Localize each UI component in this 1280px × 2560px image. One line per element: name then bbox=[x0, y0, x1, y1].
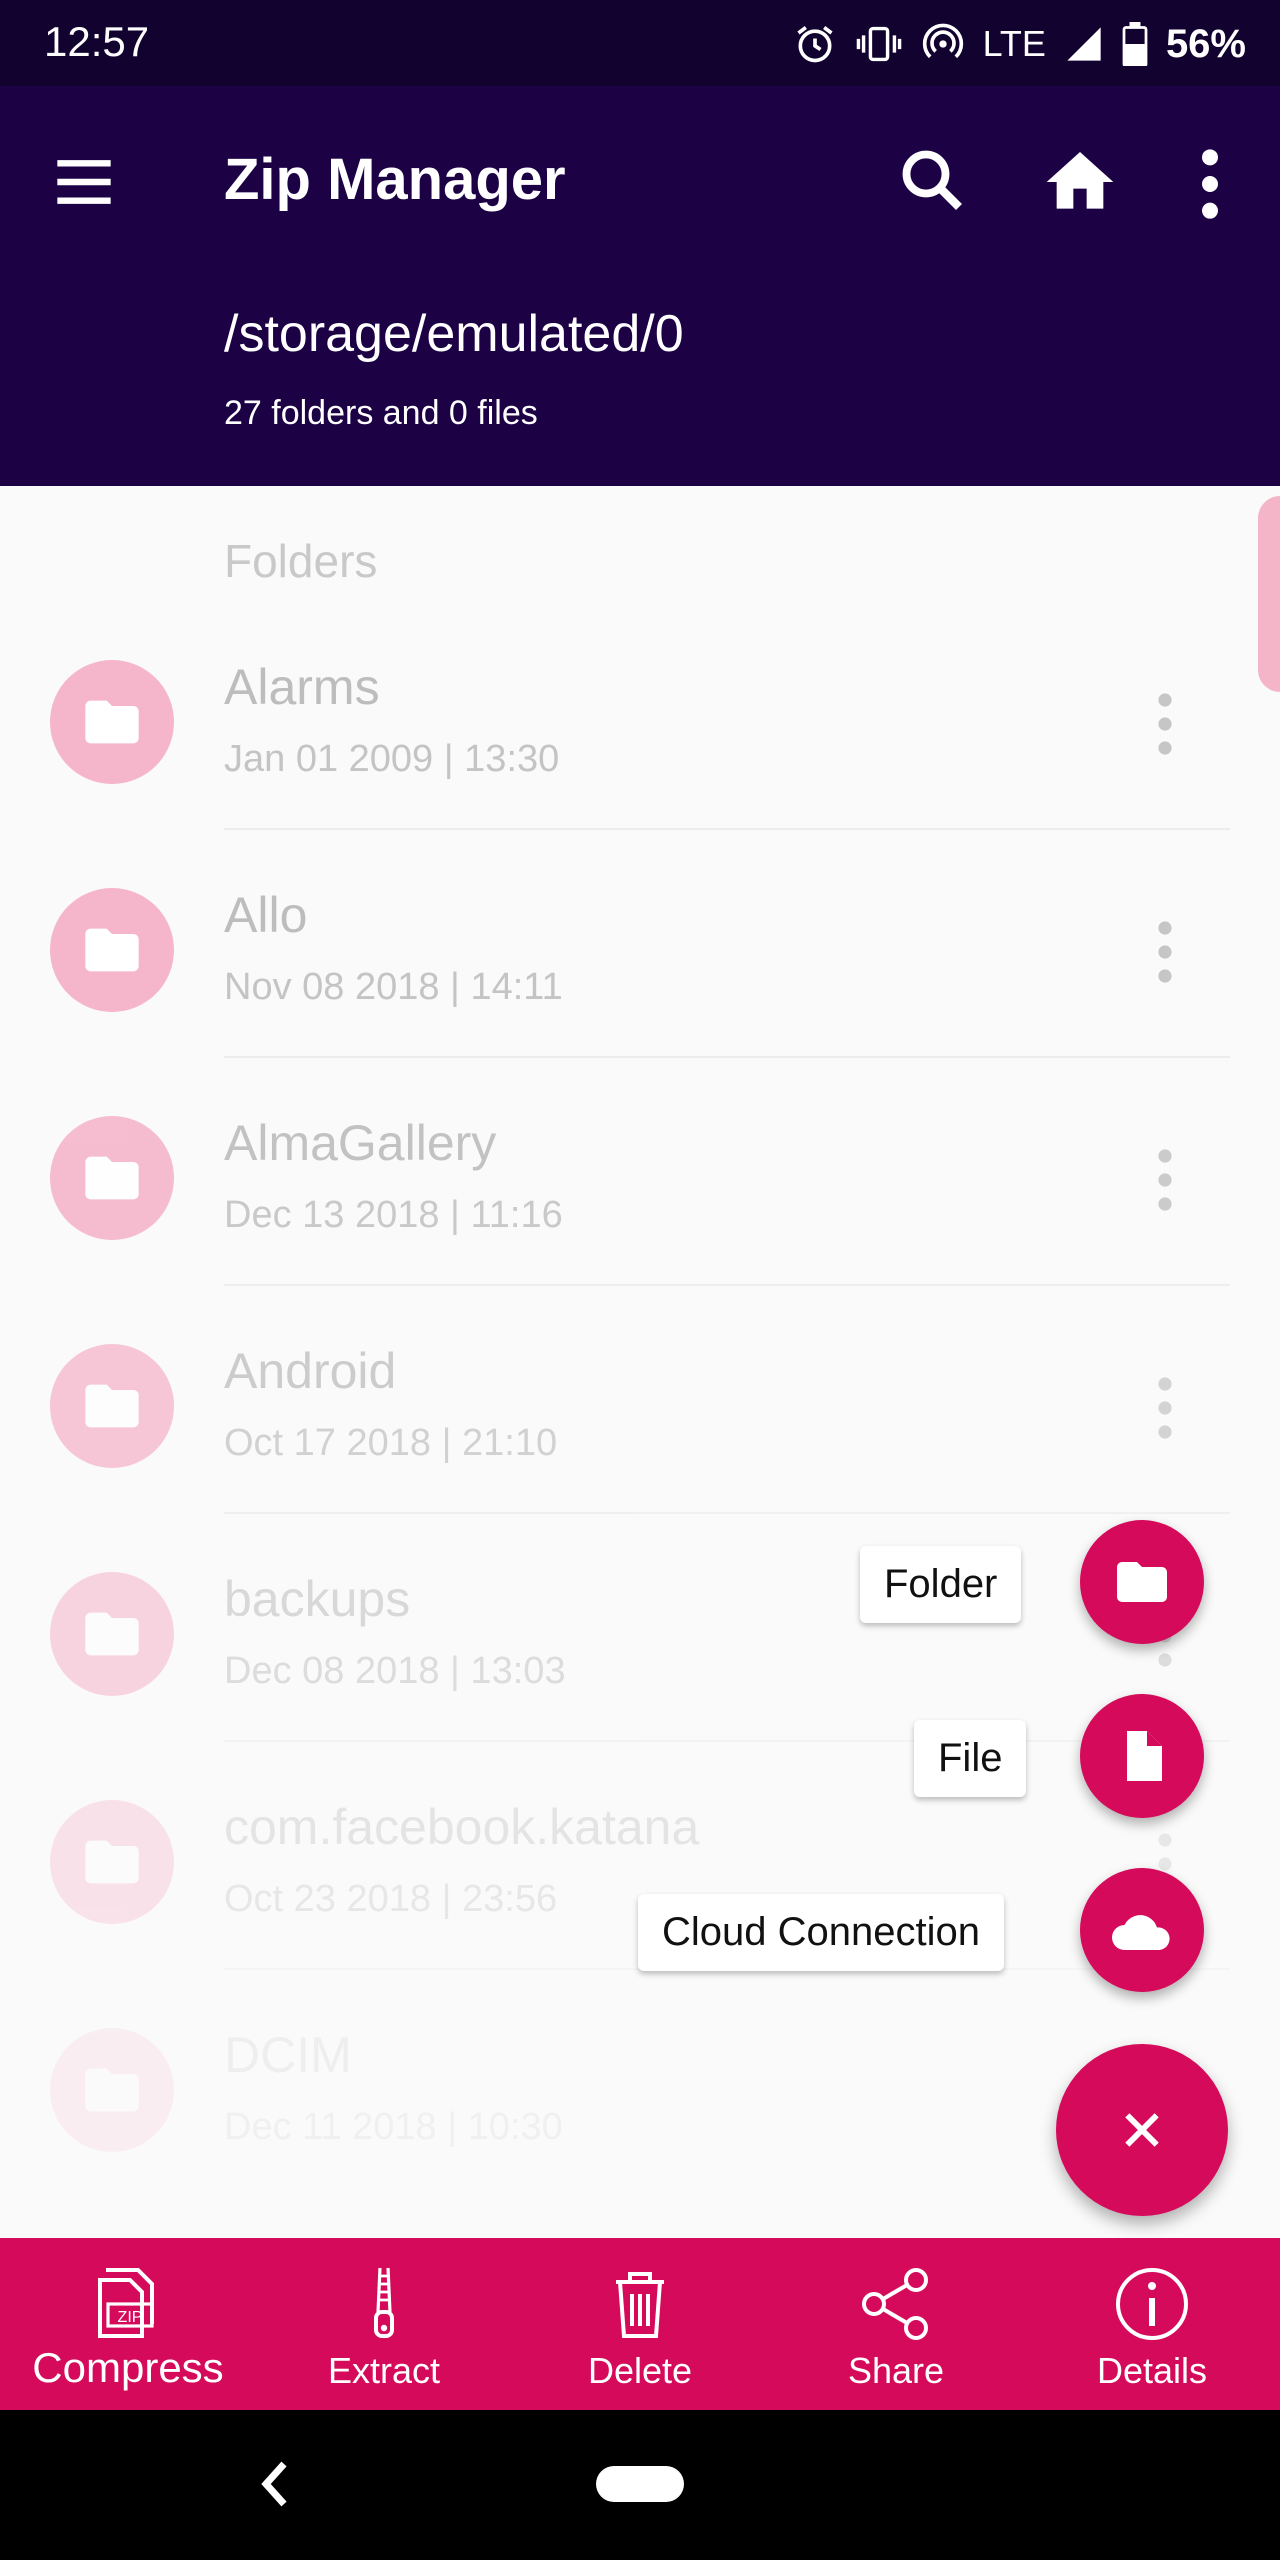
svg-text:ZIP: ZIP bbox=[118, 2309, 143, 2326]
current-path: /storage/emulated/0 bbox=[224, 305, 684, 363]
status-bar: 12:57 LTE 56% bbox=[0, 0, 1280, 86]
folder-icon bbox=[50, 1572, 174, 1696]
item-date: Jan 01 2009 | 13:30 bbox=[224, 738, 560, 780]
list-item[interactable]: AlmaGallery Dec 13 2018 | 11:16 bbox=[0, 1080, 1280, 1308]
status-time: 12:57 bbox=[44, 18, 150, 65]
item-date: Dec 08 2018 | 13:03 bbox=[224, 1650, 566, 1692]
divider bbox=[224, 1284, 1230, 1286]
home-pill[interactable] bbox=[596, 2466, 684, 2502]
item-date: Dec 13 2018 | 11:16 bbox=[224, 1194, 563, 1236]
section-header-folders: Folders bbox=[224, 535, 378, 587]
compress-button[interactable]: ZIP Compress bbox=[0, 2238, 256, 2410]
app-title: Zip Manager bbox=[224, 147, 566, 212]
divider bbox=[224, 1740, 1230, 1742]
signal-icon bbox=[1067, 27, 1101, 61]
fab-label-cloud[interactable]: Cloud Connection bbox=[638, 1894, 1004, 1971]
fab-label-file[interactable]: File bbox=[914, 1720, 1027, 1797]
item-more-icon[interactable] bbox=[1150, 1138, 1180, 1222]
zipper-icon bbox=[374, 2267, 394, 2338]
folder-icon bbox=[50, 1800, 174, 1924]
extract-label: Extract bbox=[327, 2350, 441, 2391]
vibrate-icon bbox=[856, 26, 901, 62]
item-name: backups bbox=[224, 1571, 411, 1627]
extract-button[interactable]: Extract bbox=[256, 2238, 512, 2410]
new-file-button[interactable] bbox=[1080, 1694, 1204, 1818]
more-options-icon[interactable] bbox=[1190, 144, 1230, 224]
list-item[interactable]: Allo Nov 08 2018 | 14:11 bbox=[0, 852, 1280, 1080]
details-label: Details bbox=[1096, 2350, 1208, 2391]
close-icon bbox=[1125, 2113, 1159, 2147]
bottom-action-bar: ZIP Compress Extract Delete Share Detail… bbox=[0, 2238, 1280, 2410]
system-nav-bar bbox=[0, 2410, 1280, 2560]
item-more-icon[interactable] bbox=[1150, 1366, 1180, 1450]
hotspot-icon bbox=[922, 23, 963, 59]
back-icon[interactable] bbox=[256, 2454, 296, 2514]
folder-list: Folders Alarms Jan 01 2009 | 13:30 Allo … bbox=[0, 486, 1280, 2238]
delete-label: Delete bbox=[587, 2350, 693, 2391]
network-type: LTE bbox=[982, 23, 1046, 64]
divider bbox=[224, 1512, 1230, 1514]
menu-icon[interactable] bbox=[52, 150, 116, 214]
trash-icon bbox=[616, 2272, 664, 2338]
home-icon[interactable] bbox=[1040, 142, 1120, 222]
item-name: Android bbox=[224, 1343, 397, 1399]
folder-icon bbox=[50, 2028, 174, 2152]
item-more-icon[interactable] bbox=[1150, 682, 1180, 766]
folder-icon bbox=[1117, 1562, 1167, 1602]
folder-icon bbox=[50, 888, 174, 1012]
info-icon bbox=[1116, 2268, 1188, 2340]
compress-label: Compress bbox=[32, 2344, 224, 2391]
share-icon bbox=[862, 2268, 928, 2340]
list-item[interactable]: Alarms Jan 01 2009 | 13:30 bbox=[0, 624, 1280, 852]
battery-percent: 56% bbox=[1165, 21, 1246, 66]
new-folder-button[interactable] bbox=[1080, 1520, 1204, 1644]
battery-icon bbox=[1122, 22, 1148, 66]
search-icon[interactable] bbox=[896, 144, 968, 216]
item-name: DCIM bbox=[224, 2027, 352, 2083]
cloud-icon bbox=[1112, 1915, 1170, 1950]
item-date: Oct 17 2018 | 21:10 bbox=[224, 1422, 558, 1464]
item-name: com.facebook.katana bbox=[224, 1799, 700, 1855]
divider bbox=[224, 828, 1230, 830]
item-date: Dec 11 2018 | 10:30 bbox=[224, 2106, 563, 2148]
delete-button[interactable]: Delete bbox=[512, 2238, 768, 2410]
file-icon bbox=[1127, 1731, 1162, 1781]
zip-icon: ZIP bbox=[98, 2268, 154, 2338]
folder-icon bbox=[50, 1116, 174, 1240]
item-name: Alarms bbox=[224, 659, 380, 715]
status-icons: LTE 56% bbox=[793, 14, 1246, 74]
share-label: Share bbox=[847, 2350, 945, 2391]
share-button[interactable]: Share bbox=[768, 2238, 1024, 2410]
item-date: Nov 08 2018 | 14:11 bbox=[224, 966, 563, 1008]
item-date: Oct 23 2018 | 23:56 bbox=[224, 1878, 558, 1920]
item-more-icon[interactable] bbox=[1150, 910, 1180, 994]
divider bbox=[224, 1056, 1230, 1058]
folder-icon bbox=[50, 1344, 174, 1468]
folder-icon bbox=[50, 660, 174, 784]
close-fab-button[interactable] bbox=[1056, 2044, 1228, 2216]
details-button[interactable]: Details bbox=[1024, 2238, 1280, 2410]
list-item[interactable]: Android Oct 17 2018 | 21:10 bbox=[0, 1308, 1280, 1536]
item-name: AlmaGallery bbox=[224, 1115, 497, 1171]
cloud-connection-button[interactable] bbox=[1080, 1868, 1204, 1992]
folder-file-count: 27 folders and 0 files bbox=[224, 394, 538, 432]
app-bar: Zip Manager /storage/emulated/0 27 folde… bbox=[0, 86, 1280, 486]
alarm-icon bbox=[796, 26, 833, 63]
item-name: Allo bbox=[224, 887, 308, 943]
fab-label-folder[interactable]: Folder bbox=[860, 1546, 1022, 1623]
